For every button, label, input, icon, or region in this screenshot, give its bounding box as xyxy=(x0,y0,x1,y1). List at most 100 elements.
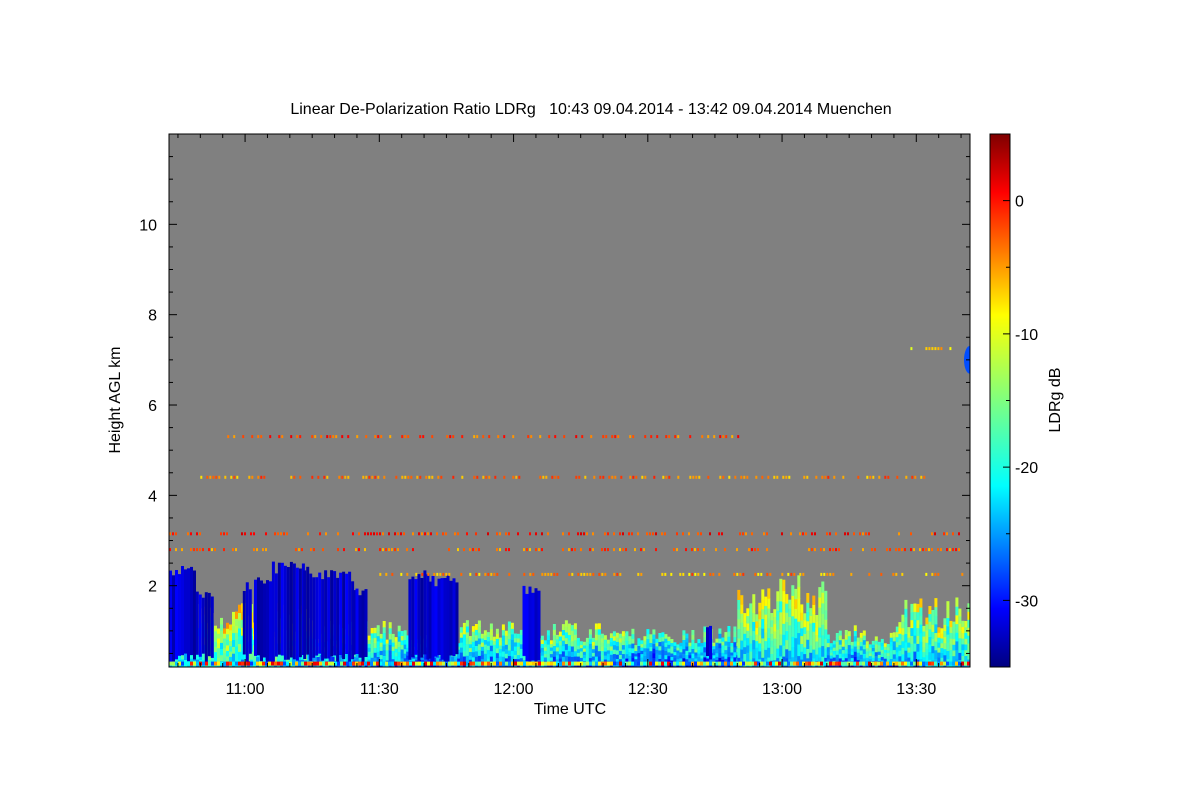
speckle-cell xyxy=(262,548,264,552)
aerosol-cell xyxy=(892,641,896,646)
aerosol-cell xyxy=(832,640,836,645)
aerosol-cell xyxy=(513,654,517,660)
aerosol-cell xyxy=(925,630,929,637)
aerosol-cell xyxy=(922,641,926,647)
cloud-cell xyxy=(195,591,199,655)
aerosol-cell xyxy=(838,639,842,645)
aerosol-cell xyxy=(540,643,544,648)
ground-cell xyxy=(703,661,706,666)
aerosol-cell xyxy=(821,624,825,636)
aerosol-cell xyxy=(853,630,857,637)
speckle-cell xyxy=(448,572,451,576)
aerosol-cell xyxy=(694,649,698,653)
speckle-cell xyxy=(605,435,608,439)
aerosol-cell xyxy=(471,656,475,663)
aerosol-cell xyxy=(835,645,839,651)
aerosol-cell xyxy=(615,654,619,659)
aerosol-cell xyxy=(755,647,759,655)
aerosol-cell xyxy=(600,654,604,660)
ground-cell xyxy=(208,661,211,666)
aerosol-cell xyxy=(507,627,511,634)
speckle-cell xyxy=(584,475,587,479)
speckle-cell xyxy=(290,475,293,479)
speckle-cell xyxy=(589,572,592,576)
aerosol-cell xyxy=(486,653,490,659)
speckle-cell xyxy=(371,475,374,479)
ground-cell xyxy=(904,661,907,666)
aerosol-cell xyxy=(655,642,659,647)
aerosol-cell xyxy=(791,585,795,596)
ground-cell xyxy=(451,661,454,666)
cloud-cell xyxy=(522,585,526,656)
speckle-cell xyxy=(310,548,312,552)
aerosol-cell xyxy=(847,640,851,646)
aerosol-cell xyxy=(540,635,544,641)
aerosol-cell xyxy=(631,638,635,644)
aerosol-cell xyxy=(761,608,765,619)
speckle-cell xyxy=(568,532,570,536)
aerosol-cell xyxy=(886,646,890,651)
speckle-cell xyxy=(695,475,698,479)
aerosol-cell xyxy=(570,640,574,647)
y-tick-label: 6 xyxy=(148,398,157,415)
speckle-cell xyxy=(337,548,339,552)
aerosol-cell xyxy=(761,628,765,639)
speckle-cell xyxy=(199,532,201,536)
aerosol-cell xyxy=(486,636,490,642)
aerosol-cell xyxy=(892,645,896,651)
speckle-cell xyxy=(199,548,201,552)
aerosol-cell xyxy=(394,648,398,653)
ground-cell xyxy=(640,661,643,666)
speckle-cell xyxy=(586,572,589,576)
aerosol-cell xyxy=(934,623,938,633)
speckle-cell xyxy=(347,435,350,439)
aerosol-cell xyxy=(376,640,380,647)
speckle-cell xyxy=(251,435,254,439)
speckle-cell xyxy=(701,435,704,439)
aerosol-cell xyxy=(685,633,689,639)
aerosol-cell xyxy=(925,654,929,662)
aerosol-cell xyxy=(788,633,792,643)
speckle-cell xyxy=(613,572,616,576)
speckle-cell xyxy=(476,435,479,439)
ground-cell xyxy=(727,661,730,666)
cloud-cell xyxy=(254,579,257,656)
speckle-cell xyxy=(718,572,721,576)
speckle-cell xyxy=(394,532,396,536)
aerosol-cell xyxy=(856,652,860,657)
aerosol-cell xyxy=(724,632,728,637)
speckle-cell xyxy=(364,532,366,536)
aerosol-cell xyxy=(459,632,463,638)
aerosol-cell xyxy=(910,651,914,660)
aerosol-cell xyxy=(658,654,662,659)
aerosol-cell xyxy=(379,650,383,656)
aerosol-cell xyxy=(862,648,866,654)
aerosol-cell xyxy=(600,650,604,655)
aerosol-cell xyxy=(465,655,469,662)
aerosol-cell xyxy=(797,632,801,645)
aerosol-cell xyxy=(217,647,220,654)
speckle-cell xyxy=(385,572,388,576)
speckle-cell xyxy=(571,572,574,576)
aerosol-cell xyxy=(767,588,771,599)
x-tick-label: 13:00 xyxy=(762,681,802,698)
speckle-cell xyxy=(407,475,410,479)
speckle-cell xyxy=(260,435,263,439)
ground-cell xyxy=(589,661,592,666)
aerosol-cell xyxy=(591,637,595,642)
speckle-cell xyxy=(850,548,852,552)
ground-cell xyxy=(811,661,814,666)
ground-cell xyxy=(856,661,859,666)
speckle-cell xyxy=(307,532,309,536)
aerosol-cell xyxy=(931,624,935,632)
speckle-cell xyxy=(655,532,657,536)
ground-cell xyxy=(331,661,334,666)
aerosol-cell xyxy=(564,655,568,662)
aerosol-cell xyxy=(925,623,929,631)
aerosol-cell xyxy=(664,642,668,647)
speckle-cell xyxy=(388,532,390,536)
speckle-cell xyxy=(475,572,478,576)
aerosol-cell xyxy=(615,649,619,655)
speckle-cell xyxy=(958,548,960,552)
speckle-cell xyxy=(901,548,903,552)
